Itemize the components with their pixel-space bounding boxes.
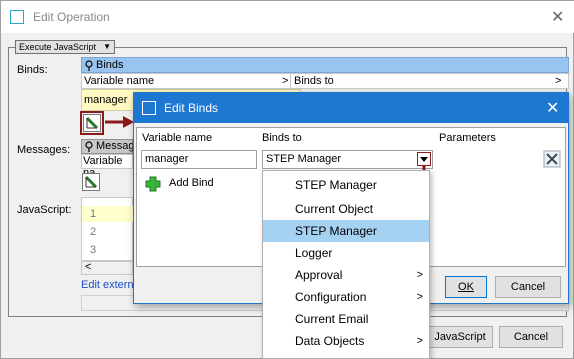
submenu-arrow-icon: > xyxy=(416,291,423,303)
chevron-down-icon: ▼ xyxy=(103,42,111,51)
plus-icon xyxy=(145,176,161,192)
option-label: STEP Manager xyxy=(295,178,377,192)
messages-table-header: Messag xyxy=(81,139,135,154)
binds-to-dropdown-list: STEP Manager Current Object STEP Manager… xyxy=(262,170,430,359)
option-label: Approval xyxy=(295,268,343,282)
pin-icon xyxy=(85,141,93,152)
dialog-window-icon xyxy=(142,101,156,115)
delete-x-icon xyxy=(543,150,561,168)
dialog-title: Edit Binds xyxy=(164,101,219,115)
edit-binds-button[interactable] xyxy=(83,114,101,132)
submenu-arrow-icon: > xyxy=(416,269,423,281)
dialog-col-variable-name: Variable name xyxy=(142,132,213,144)
dropdown-option[interactable]: Data Objects > xyxy=(263,330,429,352)
binds-column-headers: Variable name > Binds to > xyxy=(81,73,569,89)
pencil-icon xyxy=(85,116,99,130)
col-variable-name[interactable]: Variable name xyxy=(84,75,154,87)
operation-type-value: Execute JavaScript xyxy=(19,42,97,52)
dialog-cancel-label: Cancel xyxy=(510,281,546,293)
operation-type-select[interactable]: Execute JavaScript ▼ xyxy=(15,40,115,54)
ok-label: OK xyxy=(458,281,474,293)
dropdown-option[interactable]: Current Email xyxy=(263,308,429,330)
binds-header-label: Binds xyxy=(96,59,124,71)
line-number: 1 xyxy=(90,208,97,220)
outer-titlebar: Edit Operation ✕ xyxy=(1,1,574,33)
add-bind-label: Add Bind xyxy=(169,177,214,189)
binds-to-select[interactable]: STEP Manager xyxy=(262,150,433,169)
edit-externally-link[interactable]: Edit extern xyxy=(81,279,134,291)
pencil-icon xyxy=(84,175,98,189)
dropdown-option[interactable]: Approval > xyxy=(263,264,429,286)
line-number: 3 xyxy=(90,244,97,256)
option-label: Current Object xyxy=(295,202,374,216)
javascript-editor[interactable]: 1 2 3 xyxy=(81,197,134,261)
messages-column-headers: Variable na xyxy=(81,154,133,179)
dropdown-option[interactable]: Current Object xyxy=(263,198,429,220)
dropdown-option[interactable]: Logger xyxy=(263,242,429,264)
option-label: Current Email xyxy=(295,312,369,326)
option-label: Configuration xyxy=(295,290,367,304)
javascript-label: JavaScript: xyxy=(17,204,72,216)
edit-messages-button[interactable] xyxy=(82,173,100,191)
pin-icon xyxy=(85,60,93,71)
col-binds-to[interactable]: Binds to xyxy=(294,75,334,87)
col-arrow-2: > xyxy=(555,75,562,87)
dialog-col-binds-to: Binds to xyxy=(262,132,302,144)
add-bind-button[interactable]: Add Bind xyxy=(145,176,235,194)
col-arrow: > xyxy=(282,75,289,87)
option-label: STEP Manager xyxy=(295,224,377,238)
line-number: 2 xyxy=(90,226,97,238)
dialog-cancel-button[interactable]: Cancel xyxy=(495,276,561,298)
messages-label: Messages: xyxy=(17,144,71,156)
remove-bind-button[interactable] xyxy=(543,150,561,168)
scroll-left-icon[interactable]: < xyxy=(85,261,91,273)
ok-button[interactable]: OK xyxy=(445,276,487,298)
binds-table-header: Binds xyxy=(81,57,569,73)
dialog-col-parameters: Parameters xyxy=(439,132,496,144)
editor-horizontal-scrollbar[interactable]: < xyxy=(81,261,133,275)
variable-name-field[interactable]: manager xyxy=(141,150,257,169)
binds-to-dropdown-button[interactable] xyxy=(417,152,431,166)
outer-window-title: Edit Operation xyxy=(33,10,110,24)
javascript-button[interactable]: JavaScript xyxy=(427,326,493,348)
dropdown-option[interactable]: STEP Manager xyxy=(263,174,429,196)
dialog-close-icon[interactable]: ✕ xyxy=(546,98,559,118)
option-label: Logger xyxy=(295,246,333,260)
annotation-arrow-right-icon xyxy=(105,116,134,128)
messages-header-label: Messag xyxy=(96,140,135,152)
outer-cancel-button[interactable]: Cancel xyxy=(499,326,563,348)
bind-variable-cell: manager xyxy=(84,94,128,106)
chevron-down-icon xyxy=(420,157,428,162)
dropdown-option-selected[interactable]: STEP Manager xyxy=(263,220,429,242)
window-icon xyxy=(10,10,24,24)
outer-close-icon[interactable]: ✕ xyxy=(551,7,564,27)
binds-label: Binds: xyxy=(17,64,48,76)
edit-binds-button-highlight xyxy=(80,111,104,135)
option-label: Data Objects xyxy=(295,334,365,348)
submenu-arrow-icon: > xyxy=(416,335,423,347)
dropdown-option[interactable]: Configuration > xyxy=(263,286,429,308)
binds-to-value: STEP Manager xyxy=(266,153,342,165)
dialog-titlebar: Edit Binds ✕ xyxy=(134,93,568,123)
